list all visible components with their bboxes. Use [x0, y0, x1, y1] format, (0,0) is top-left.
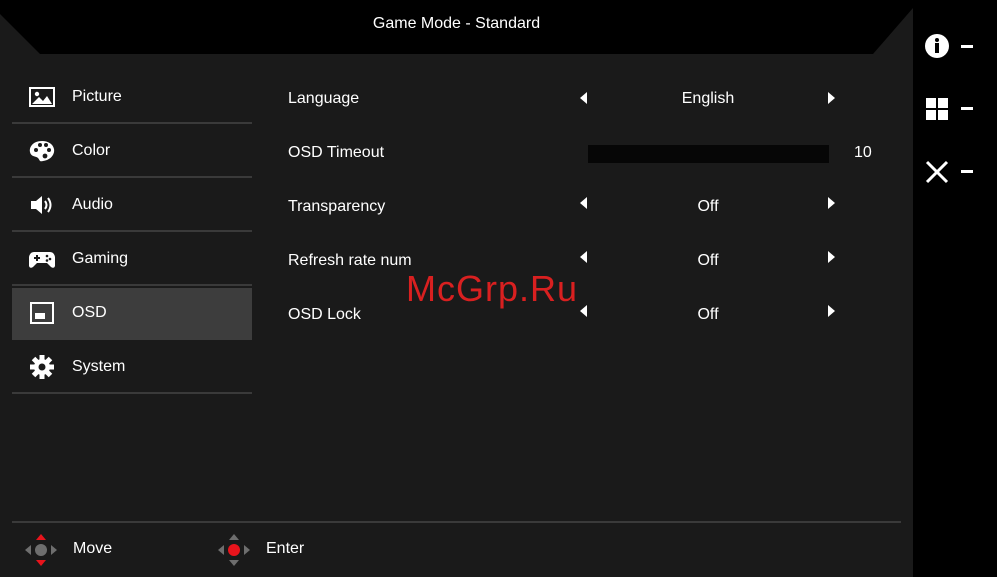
menu-item-system[interactable]: System	[12, 342, 252, 394]
enter-label: Enter	[266, 540, 305, 557]
enter-joystick-icon	[218, 534, 250, 566]
osd-timeout-value: 10	[854, 144, 872, 161]
osd-lock-value[interactable]: Off	[608, 306, 808, 324]
transparency-prev-arrow[interactable]	[580, 197, 587, 209]
osd-timeout-label: OSD Timeout	[288, 144, 385, 161]
menu-item-label: Picture	[72, 88, 122, 105]
transparency-next-arrow[interactable]	[828, 197, 835, 209]
move-label: Move	[73, 540, 113, 557]
language-next-arrow[interactable]	[828, 92, 835, 104]
menu-item-label: Color	[72, 142, 111, 159]
move-joystick-icon	[25, 534, 57, 566]
menu-item-label: OSD	[72, 304, 107, 321]
osd-icon	[30, 302, 54, 324]
menu-item-gaming[interactable]: Gaming	[12, 234, 252, 286]
grid-icon[interactable]	[923, 95, 951, 123]
osd-lock-next-arrow[interactable]	[828, 305, 835, 317]
menu-item-audio[interactable]: Audio	[12, 180, 252, 232]
watermark: McGrp.Ru	[406, 268, 579, 309]
menu-item-label: Audio	[72, 196, 113, 213]
menu-item-label: System	[72, 358, 126, 375]
menu-item-label: Gaming	[72, 250, 129, 267]
menu-item-picture[interactable]: Picture	[12, 72, 252, 124]
gear-icon	[30, 355, 54, 379]
refresh-rate-num-next-arrow[interactable]	[828, 251, 835, 263]
refresh-rate-num-prev-arrow[interactable]	[580, 251, 587, 263]
info-value	[961, 45, 973, 48]
gamepad-icon	[29, 252, 55, 268]
menu-item-osd[interactable]: OSD	[12, 288, 252, 340]
hotkey-panel	[913, 0, 997, 577]
picture-icon	[29, 87, 55, 107]
transparency-label: Transparency	[288, 198, 386, 215]
close-value	[961, 170, 973, 173]
refresh-rate-num-value[interactable]: Off	[608, 252, 808, 270]
language-label: Language	[288, 90, 360, 107]
osd-timeout-slider[interactable]	[588, 145, 829, 163]
osd-lock-label: OSD Lock	[288, 306, 361, 323]
speaker-icon	[31, 196, 52, 214]
transparency-value[interactable]: Off	[608, 198, 808, 216]
palette-icon	[29, 141, 55, 162]
menu-item-color[interactable]: Color	[12, 126, 252, 178]
language-prev-arrow[interactable]	[580, 92, 587, 104]
language-value[interactable]: English	[608, 90, 808, 108]
page-title: Game Mode - Standard	[372, 15, 541, 32]
osd-lock-prev-arrow[interactable]	[580, 305, 587, 317]
info-icon[interactable]	[923, 32, 951, 60]
grid-value	[961, 107, 973, 110]
refresh-rate-num-label: Refresh rate num	[288, 252, 412, 269]
footer-divider	[12, 521, 901, 523]
osd-menu: Game Mode - Standard Picture Color Audio	[0, 0, 913, 577]
close-icon[interactable]	[923, 158, 951, 186]
